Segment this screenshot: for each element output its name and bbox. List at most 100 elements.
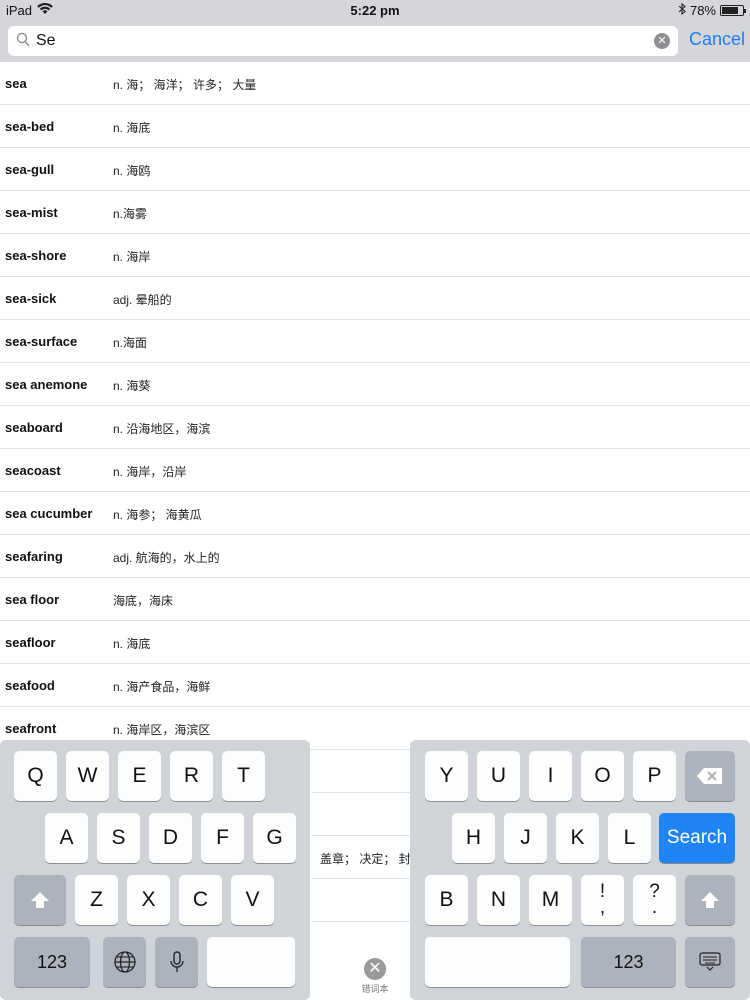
key-j[interactable]: J xyxy=(504,813,547,863)
keyboard-dismiss-icon xyxy=(698,951,722,973)
entry-definition: n. 海岸，沿岸 xyxy=(113,465,187,479)
tab-wrong-words[interactable]: ✕ 错词本 xyxy=(355,958,395,995)
key-z[interactable]: Z xyxy=(75,875,118,925)
list-item[interactable]: sea-mist n.海雾 xyxy=(0,191,750,234)
list-item[interactable]: sea anemone n. 海葵 xyxy=(0,363,750,406)
bluetooth-icon xyxy=(678,2,686,18)
key-y[interactable]: Y xyxy=(425,751,468,801)
list-item[interactable]: sea-sick adj. 晕船的 xyxy=(0,277,750,320)
space-key-left[interactable] xyxy=(207,937,295,987)
key-question-period[interactable]: ? . xyxy=(633,875,676,925)
key-f[interactable]: F xyxy=(201,813,244,863)
entry-definition: n. 海参； 海黄瓜 xyxy=(113,508,202,522)
search-bar: Se ✕ Cancel xyxy=(0,22,750,62)
shift-key-right[interactable] xyxy=(685,875,735,925)
word-list: sea n. 海； 海洋； 许多； 大量 sea-bed n. 海底 sea-gul… xyxy=(0,62,750,750)
partial-definition: 盖章； 决定； 封 xyxy=(320,852,411,866)
list-item[interactable]: sea-shore n. 海岸 xyxy=(0,234,750,277)
list-item[interactable]: seaboard n. 沿海地区，海滨 xyxy=(0,406,750,449)
entry-definition: 海底，海床 xyxy=(113,594,174,608)
entry-word: sea-gull xyxy=(5,162,55,177)
dictation-key[interactable] xyxy=(155,937,198,987)
key-x[interactable]: X xyxy=(127,875,170,925)
key-t[interactable]: T xyxy=(222,751,265,801)
cancel-button[interactable]: Cancel xyxy=(689,29,745,50)
list-item[interactable]: seafloor n. 海底 xyxy=(0,621,750,664)
entry-word: seaboard xyxy=(5,420,63,435)
list-item[interactable]: sea-bed n. 海底 xyxy=(0,105,750,148)
list-item[interactable]: seafood n. 海产食品，海鲜 xyxy=(0,664,750,707)
row-divider xyxy=(312,792,410,793)
search-icon xyxy=(16,32,30,53)
entry-word: sea-sick xyxy=(5,291,57,306)
entry-word: seafront xyxy=(5,721,57,736)
entry-word: sea floor xyxy=(5,592,60,607)
entry-word: seafloor xyxy=(5,635,56,650)
entry-definition: n. 海； 海洋； 许多； 大量 xyxy=(113,78,257,92)
search-key[interactable]: Search xyxy=(659,813,735,863)
entry-definition: n. 海鸥 xyxy=(113,164,151,178)
row-divider xyxy=(312,921,410,922)
tab-label: 错词本 xyxy=(361,984,389,994)
key-w[interactable]: W xyxy=(66,751,109,801)
list-item[interactable]: seacoast n. 海岸，沿岸 xyxy=(0,449,750,492)
key-exclaim-comma[interactable]: ! , xyxy=(581,875,624,925)
key-q[interactable]: Q xyxy=(14,751,57,801)
globe-key[interactable] xyxy=(103,937,146,987)
key-p[interactable]: P xyxy=(633,751,676,801)
key-g[interactable]: G xyxy=(253,813,296,863)
search-input[interactable]: Se ✕ xyxy=(8,26,678,56)
entry-word: sea xyxy=(5,76,27,91)
battery-percent: 78% xyxy=(689,3,716,18)
key-r[interactable]: R xyxy=(170,751,213,801)
key-e[interactable]: E xyxy=(118,751,161,801)
key-o[interactable]: O xyxy=(581,751,624,801)
delete-key[interactable] xyxy=(685,751,735,801)
entry-definition: n.海面 xyxy=(113,336,148,350)
key-a[interactable]: A xyxy=(45,813,88,863)
hide-keyboard-key[interactable] xyxy=(685,937,735,987)
numbers-key[interactable]: 123 xyxy=(14,937,90,987)
key-h[interactable]: H xyxy=(452,813,495,863)
key-c[interactable]: C xyxy=(179,875,222,925)
key-u[interactable]: U xyxy=(477,751,520,801)
key-v[interactable]: V xyxy=(231,875,274,925)
close-circle-icon: ✕ xyxy=(364,958,386,980)
row-divider xyxy=(312,878,410,879)
key-d[interactable]: D xyxy=(149,813,192,863)
list-item[interactable]: seafaring adj. 航海的，水上的 xyxy=(0,535,750,578)
entry-definition: adj. 晕船的 xyxy=(113,293,172,307)
entry-definition: n.海雾 xyxy=(113,207,148,221)
entry-word: sea-mist xyxy=(5,205,58,220)
space-key-right[interactable] xyxy=(425,937,570,987)
status-time: 5:22 pm xyxy=(350,3,400,18)
list-item[interactable]: sea cucumber n. 海参； 海黄瓜 xyxy=(0,492,750,535)
list-item[interactable]: sea-gull n. 海鸥 xyxy=(0,148,750,191)
entry-word: seacoast xyxy=(5,463,61,478)
entry-word: sea-surface xyxy=(5,334,78,349)
keyboard-left: Q W E R T A S D F G Z X C V 123 xyxy=(0,740,310,1000)
clear-search-icon[interactable]: ✕ xyxy=(654,33,670,49)
list-item[interactable]: sea-surface n.海面 xyxy=(0,320,750,363)
list-item[interactable]: sea n. 海； 海洋； 许多； 大量 xyxy=(0,62,750,105)
key-n[interactable]: N xyxy=(477,875,520,925)
entry-word: seafood xyxy=(5,678,55,693)
key-k[interactable]: K xyxy=(556,813,599,863)
shift-key[interactable] xyxy=(14,875,66,925)
entry-definition: adj. 航海的，水上的 xyxy=(113,551,220,565)
key-l[interactable]: L xyxy=(608,813,651,863)
shift-icon xyxy=(699,890,721,910)
entry-definition: n. 海底 xyxy=(113,121,151,135)
entry-word: seafaring xyxy=(5,549,63,564)
entry-definition: n. 海岸 xyxy=(113,250,151,264)
key-i[interactable]: I xyxy=(529,751,572,801)
search-text: Se xyxy=(36,32,56,49)
numbers-key-right[interactable]: 123 xyxy=(581,937,676,987)
list-item[interactable]: sea floor 海底，海床 xyxy=(0,578,750,621)
entry-definition: n. 沿海地区，海滨 xyxy=(113,422,211,436)
entry-definition: n. 海产食品，海鲜 xyxy=(113,680,211,694)
key-s[interactable]: S xyxy=(97,813,140,863)
key-m[interactable]: M xyxy=(529,875,572,925)
entry-definition: n. 海底 xyxy=(113,637,151,651)
key-b[interactable]: B xyxy=(425,875,468,925)
